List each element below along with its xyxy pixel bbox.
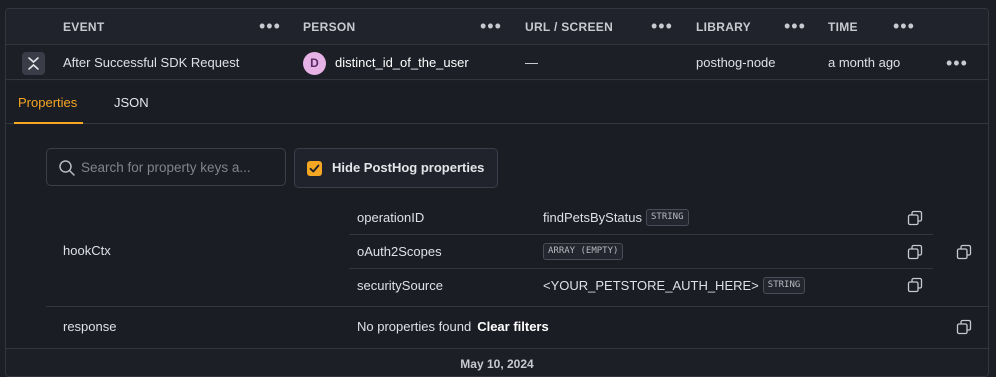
time-value[interactable]: a month ago: [828, 45, 900, 80]
value-text: <YOUR_PETSTORE_AUTH_HERE>: [543, 278, 759, 293]
column-time-menu-icon[interactable]: •••: [893, 9, 915, 45]
collapse-row-button[interactable]: [22, 52, 45, 75]
property-value-operationid: findPetsByStatus STRING: [543, 201, 689, 234]
column-library[interactable]: LIBRARY: [696, 9, 751, 45]
hide-posthog-properties-toggle[interactable]: Hide PostHog properties: [294, 148, 498, 188]
active-tab-indicator: [14, 122, 83, 124]
url-screen-value: —: [525, 55, 538, 70]
property-key-response: response: [63, 319, 117, 334]
column-person-menu-icon[interactable]: •••: [480, 9, 502, 45]
clear-filters-button[interactable]: Clear filters: [477, 310, 549, 343]
column-url-menu-icon[interactable]: •••: [651, 9, 673, 45]
type-badge: STRING: [762, 277, 806, 294]
property-key-operationid: operationID: [357, 210, 425, 225]
property-value-securitysource: <YOUR_PETSTORE_AUTH_HERE> STRING: [543, 269, 806, 302]
property-search[interactable]: [46, 148, 286, 186]
column-library-menu-icon[interactable]: •••: [784, 9, 806, 45]
property-value-oauth2scopes: ARRAY (EMPTY): [539, 235, 624, 268]
avatar: D: [303, 52, 326, 75]
events-table: EVENT ••• PERSON ••• URL / SCREEN ••• LI…: [5, 8, 989, 377]
row-more-icon[interactable]: •••: [946, 53, 968, 77]
divider: [46, 306, 988, 307]
property-key-hookctx: hookCtx: [63, 243, 111, 258]
column-person[interactable]: PERSON: [303, 9, 355, 45]
column-event-menu-icon[interactable]: •••: [259, 9, 281, 45]
search-input[interactable]: [81, 149, 279, 185]
value-text: findPetsByStatus: [543, 210, 642, 225]
library-value: posthog-node: [696, 55, 776, 70]
person-link[interactable]: distinct_id_of_the_user: [335, 45, 469, 80]
tab-bar: Properties JSON: [6, 81, 988, 124]
copy-icon[interactable]: [907, 244, 923, 260]
search-icon: [59, 160, 75, 176]
column-time[interactable]: TIME: [828, 9, 858, 45]
copy-icon[interactable]: [956, 244, 972, 260]
copy-icon[interactable]: [907, 210, 923, 226]
property-value-response: No properties found Clear filters: [357, 310, 549, 343]
column-url[interactable]: URL / SCREEN: [525, 9, 613, 45]
check-icon: [309, 164, 320, 173]
copy-icon[interactable]: [956, 319, 972, 335]
hide-posthog-label: Hide PostHog properties: [332, 160, 485, 175]
type-badge: STRING: [646, 209, 689, 226]
empty-properties-text: No properties found: [357, 319, 472, 334]
type-badge: ARRAY (EMPTY): [543, 243, 624, 260]
column-event[interactable]: EVENT: [63, 9, 105, 45]
property-key-securitysource: securitySource: [357, 278, 443, 293]
chevron-collapse-icon: [28, 57, 39, 70]
table-header: EVENT ••• PERSON ••• URL / SCREEN ••• LI…: [6, 9, 988, 45]
tab-properties[interactable]: Properties: [18, 81, 77, 124]
date-separator: May 10, 2024: [6, 348, 988, 376]
property-key-oauth2scopes: oAuth2Scopes: [357, 244, 442, 259]
copy-icon[interactable]: [907, 277, 923, 293]
tab-json[interactable]: JSON: [114, 81, 149, 124]
event-name: After Successful SDK Request: [63, 55, 240, 70]
hide-posthog-checkbox[interactable]: [307, 161, 322, 176]
